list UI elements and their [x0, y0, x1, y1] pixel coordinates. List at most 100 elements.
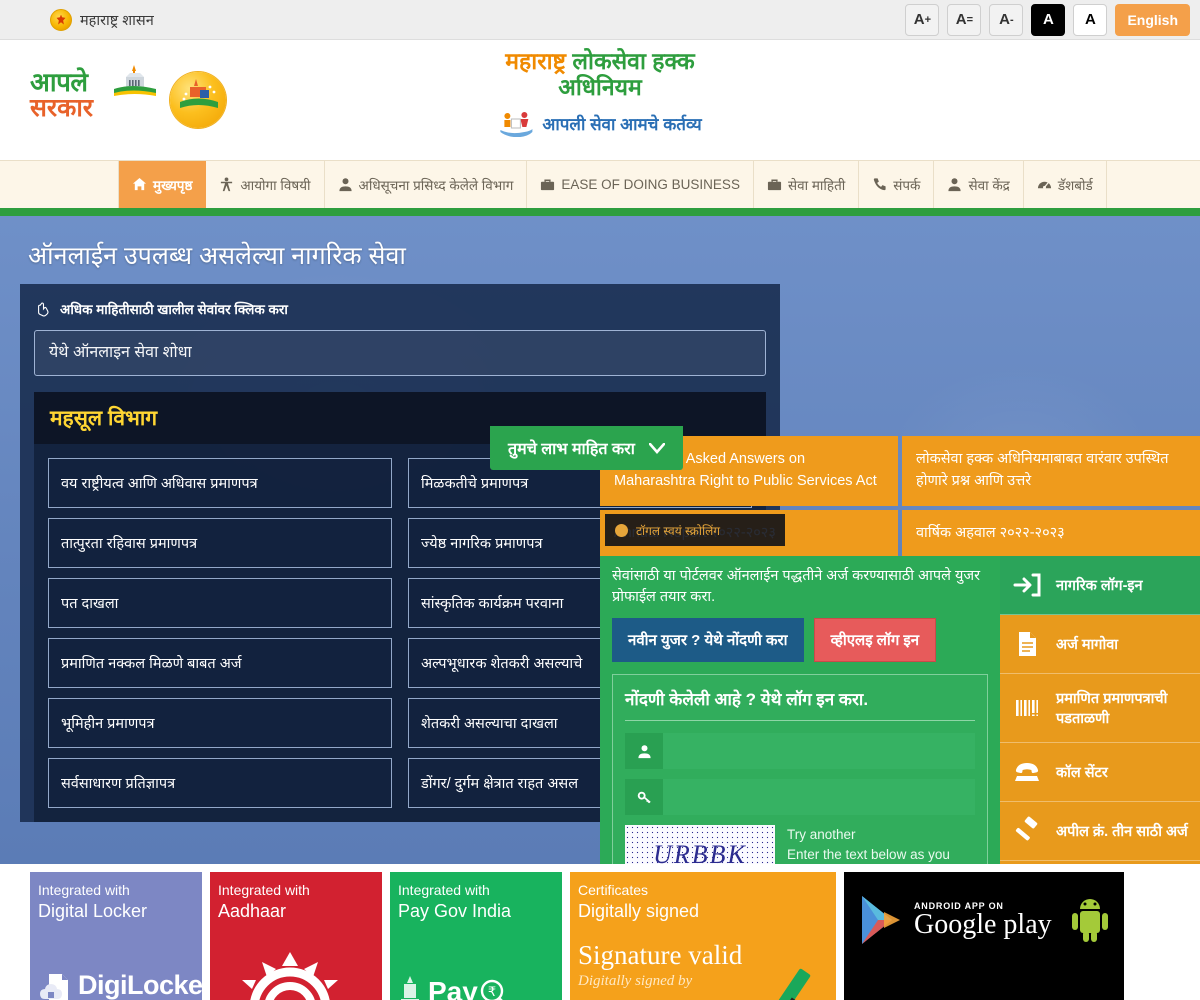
nav-label-service-center: सेवा केंद्र: [968, 177, 1010, 193]
contrast-dark-button[interactable]: A: [1031, 3, 1066, 36]
login-intro-text: सेवांसाठी या पोर्टलवर ऑनलाईन पद्धतीने अर…: [612, 568, 981, 606]
fort-logo-icon: [114, 65, 156, 96]
user-icon: [948, 178, 962, 192]
maharashtra-government-seal-icon: [50, 8, 72, 31]
captcha-section: URBBK Try another Enter the text below a…: [625, 825, 975, 864]
know-your-benefits-label: तुमचे लाभ माहित करा: [508, 441, 635, 458]
password-input[interactable]: [663, 779, 975, 816]
nav-item-about-commission[interactable]: आयोगा विषयी: [206, 161, 325, 208]
font-reset-button[interactable]: A =: [947, 3, 982, 36]
google-play-bottom-strip: [844, 970, 1124, 1000]
service-item[interactable]: भूमिहीन प्रमाणपत्र: [48, 698, 392, 748]
service-item[interactable]: प्रमाणित नक्कल मिळणे बाबत अर्ज: [48, 638, 392, 688]
search-input[interactable]: [34, 330, 766, 376]
password-field-row: [625, 779, 975, 816]
dashboard-icon: [1037, 181, 1051, 189]
site-tagline: आपली सेवा आमचे कर्तव्य: [542, 115, 702, 135]
sidebar-item-track-application[interactable]: अर्ज मागोवा: [1000, 615, 1200, 674]
service-item[interactable]: वय राष्ट्रीयत्व आणि अधिवास प्रमाणपत्र: [48, 458, 392, 508]
signature-pen-icon: [778, 968, 811, 1000]
quick-links-sidebar: नागरिक लॉग-इन अर्ज मागोवा प्रमाणित प्रमा…: [1000, 556, 1200, 864]
main-navigation: मुख्यपृष्ठ आयोगा विषयी अधिसूचना प्रसिध्द…: [0, 160, 1200, 208]
digilocker-line1: Integrated with: [38, 882, 130, 898]
partner-card-paygov[interactable]: Integrated with Pay Gov India Pay ₹: [390, 872, 562, 1000]
services-hint-label: अधिक माहितीसाठी खालील सेवांवर क्लिक करा: [60, 302, 288, 317]
language-toggle-button[interactable]: English: [1115, 3, 1190, 36]
nav-label-ease-of-doing-business: EASE OF DOING BUSINESS: [561, 177, 740, 192]
google-play-badge[interactable]: ANDROID APP ON Google play: [844, 872, 1124, 1000]
captcha-image: URBBK: [625, 825, 775, 864]
font-increase-button[interactable]: A +: [905, 3, 940, 36]
toggle-knob-icon: [615, 523, 628, 537]
brand-logo[interactable]: आपले सरकार: [30, 65, 226, 131]
know-your-benefits-button[interactable]: तुमचे लाभ माहित करा: [490, 426, 683, 470]
nav-label-service-info: सेवा माहिती: [787, 177, 846, 193]
font-reset-label: A: [955, 11, 967, 28]
title-orange: महाराष्ट्र: [505, 48, 567, 74]
captcha-try-another-link[interactable]: Try another: [787, 825, 975, 845]
nav-item-notified-departments[interactable]: अधिसूचना प्रसिध्द केलेले विभाग: [325, 161, 528, 208]
telephone-icon: [1015, 763, 1039, 781]
font-decrease-button[interactable]: A-: [989, 3, 1024, 36]
contrast-light-button[interactable]: A: [1073, 3, 1108, 36]
google-play-icon: [862, 896, 900, 944]
login-form-title: नोंदणी केलेली आहे ? येथे लॉग इन करा.: [625, 687, 975, 722]
register-new-user-button[interactable]: नवीन युजर ? येथे नोंदणी करा: [612, 618, 804, 663]
partner-card-certificates[interactable]: Certificates Digitally signed Signature …: [570, 872, 836, 1000]
aadhaar-line1: Integrated with: [218, 882, 310, 898]
nav-label-notified-departments: अधिसूचना प्रसिध्द केलेले विभाग: [358, 177, 514, 193]
aadhaar-line2: Aadhaar: [218, 900, 287, 921]
sidebar-label-track-application: अर्ज मागोवा: [1056, 637, 1119, 653]
nav-item-service-info[interactable]: सेवा माहिती: [754, 161, 860, 208]
round-state-emblem-icon: [170, 72, 226, 128]
digilocker-line2: Digital Locker: [38, 900, 148, 921]
service-item[interactable]: सर्वसाधारण प्रतिज्ञापत्र: [48, 758, 392, 808]
service-item[interactable]: तात्पुरता रहिवास प्रमाणपत्र: [48, 518, 392, 568]
paygov-wordmark: Pay: [428, 976, 478, 1000]
pointing-hand-icon: [38, 302, 49, 317]
accessibility-controls: A + A = A- A A English: [905, 3, 1190, 36]
sidebar-item-citizen-login[interactable]: नागरिक लॉग-इन: [1000, 556, 1200, 615]
username-input[interactable]: [663, 733, 975, 770]
chevron-down-icon: [648, 442, 665, 454]
banner-card-annual-report-mr[interactable]: वार्षिक अहवाल २०२२-२०२३: [902, 510, 1200, 557]
nav-label-dashboard: डॅशबोर्ड: [1057, 177, 1093, 193]
google-play-wordmark: Google play: [914, 909, 1052, 940]
sidebar-label-verify-certificate: प्रमाणित प्रमाणपत्राची पडताळणी: [1056, 691, 1168, 727]
panel-heading: ऑनलाईन उपलब्ध असलेल्या नागरिक सेवा: [28, 242, 406, 270]
partner-card-digilocker[interactable]: Integrated with Digital Locker DigiLocke…: [30, 872, 202, 1000]
sidebar-item-verify-certificate[interactable]: प्रमाणित प्रमाणपत्राची पडताळणी: [1000, 674, 1200, 743]
font-reset-sup: =: [966, 13, 974, 26]
cert-line2: Digitally signed: [578, 900, 700, 921]
nav-item-dashboard[interactable]: डॅशबोर्ड: [1024, 161, 1107, 208]
font-increase-label: A: [913, 11, 925, 28]
partner-footer: Integrated with Digital Locker DigiLocke…: [0, 864, 1200, 1000]
login-panel: सेवांसाठी या पोर्टलवर ऑनलाईन पद्धतीने अर…: [600, 556, 1000, 864]
login-arrow-icon: [1013, 573, 1041, 597]
phone-icon: [874, 178, 886, 191]
vle-login-button[interactable]: व्हीएलइ लॉग इन: [813, 618, 937, 663]
nav-item-contact[interactable]: संपर्क: [859, 161, 935, 208]
sidebar-label-call-center: कॉल सेंटर: [1056, 765, 1108, 781]
sidebar-item-second-appeal[interactable]: अपील क्रं. तीन साठी अर्ज: [1000, 802, 1200, 861]
gov-title: महाराष्ट्र शासन: [80, 12, 154, 29]
nav-item-ease-of-doing-business[interactable]: EASE OF DOING BUSINESS: [527, 161, 754, 208]
captcha-help: Try another Enter the text below as you …: [787, 825, 975, 864]
sidebar-item-call-center[interactable]: कॉल सेंटर: [1000, 743, 1200, 802]
paygov-line1: Integrated with: [398, 882, 490, 898]
banner-card-faq-mr[interactable]: लोकसेवा हक्क अधिनियमाबाबत वारंवार उपस्थि…: [902, 436, 1200, 506]
nav-item-service-center[interactable]: सेवा केंद्र: [934, 161, 1024, 208]
username-field-row: [625, 733, 975, 770]
partner-card-aadhaar[interactable]: Integrated with Aadhaar: [210, 872, 382, 1000]
toggle-auto-scroll-control[interactable]: टॉगल स्वयं स्क्रोलिंग: [605, 514, 785, 546]
paygov-line2: Pay Gov India: [398, 900, 512, 921]
sidebar-label-second-appeal: अपील क्रं. तीन साठी अर्ज: [1056, 824, 1188, 840]
nav-label-about-commission: आयोगा विषयी: [240, 177, 311, 193]
top-utility-bar: महाराष्ट्र शासन A + A = A- A A English: [0, 0, 1200, 40]
nav-item-home[interactable]: मुख्यपृष्ठ: [118, 161, 207, 208]
user-icon: [338, 178, 352, 192]
service-item[interactable]: पत दाखला: [48, 578, 392, 628]
briefcase-icon: [541, 179, 555, 191]
svg-text:₹: ₹: [488, 984, 496, 999]
home-icon: [132, 177, 147, 191]
